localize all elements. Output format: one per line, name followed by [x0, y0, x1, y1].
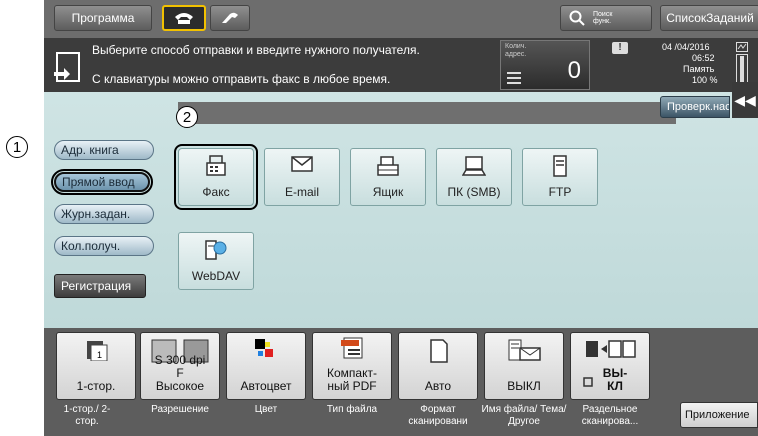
- mail-icon: [291, 156, 313, 172]
- duplex-setting-value: 1-стор.: [76, 379, 116, 393]
- file-name-setting-value: ВЫКЛ: [507, 379, 541, 393]
- duplex-setting-label: 1-стор./ 2-стор.: [63, 404, 111, 427]
- search-icon: [569, 10, 585, 26]
- computer-icon: [462, 156, 486, 176]
- svg-text:1: 1: [97, 350, 102, 360]
- memory-label: Память: [683, 64, 715, 74]
- job-history-button[interactable]: Журн.задан.: [54, 204, 154, 224]
- registration-button[interactable]: Регистрация: [54, 274, 146, 298]
- fax-tile-label: Факс: [202, 185, 230, 199]
- job-list-button[interactable]: СписокЗаданий: [660, 5, 758, 31]
- resolution-setting-value: S 300 dpi F Высокое: [154, 353, 206, 393]
- resolution-setting-button[interactable]: S 300 dpi F Высокое: [140, 332, 220, 400]
- destination-counter: Колич. адрес. 0: [500, 40, 590, 90]
- mail-document-icon: [508, 339, 541, 361]
- page-icon: [430, 339, 448, 363]
- handset-icon: [222, 12, 238, 23]
- ftp-tile[interactable]: FTP: [522, 148, 598, 206]
- pdf-icon: [341, 337, 363, 359]
- application-button[interactable]: Приложение: [680, 402, 758, 428]
- destination-panel: Проверк.нас ◀◀ Адр. книга Прямой ввод Жу…: [44, 82, 758, 328]
- destination-count-label: Колич. адрес.: [505, 43, 527, 58]
- phone-icon: [175, 13, 193, 24]
- time-text: 06:52: [692, 53, 715, 63]
- ftp-tile-label: FTP: [548, 185, 572, 199]
- callout-1: 1: [6, 136, 28, 158]
- destination-count-value: 0: [567, 57, 581, 84]
- check-settings-tab[interactable]: Проверк.нас: [660, 96, 730, 118]
- separate-scan-setting-value: ВЫ- КЛ: [602, 366, 628, 393]
- fax-tile[interactable]: Факс: [174, 144, 258, 210]
- color-setting-button[interactable]: Автоцвет: [226, 332, 306, 400]
- collapse-panel-button[interactable]: ◀◀: [732, 82, 758, 118]
- message-line-2: С клавиатуры можно отправить факс в любо…: [92, 72, 391, 86]
- box-icon: [377, 156, 399, 176]
- separate-scan-setting-button[interactable]: ВЫ- КЛ: [570, 332, 650, 400]
- scan-size-setting-value: Авто: [424, 379, 452, 393]
- webdav-icon: [205, 240, 227, 260]
- pc-smb-tile-label: ПК (SMB): [447, 185, 501, 199]
- scan-size-setting-label: Формат сканировани: [408, 404, 468, 427]
- control-panel-screen: Программа Поиск функ. СписокЗаданий Выбе…: [44, 0, 758, 436]
- settings-bar: 1 1-стор. 1-стор./ 2-стор. S 300 dpi F В…: [44, 328, 758, 436]
- destination-entry-bar: [178, 102, 676, 124]
- file-name-setting-label: Имя файла/ Тема/Другое: [481, 404, 567, 427]
- scan-size-setting-button[interactable]: Авто: [398, 332, 478, 400]
- file-name-setting-button[interactable]: ВЫКЛ: [484, 332, 564, 400]
- hook-button[interactable]: [210, 5, 250, 31]
- message-line-1: Выберите способ отправки и введите нужно…: [92, 43, 420, 57]
- search-function-button[interactable]: Поиск функ.: [560, 5, 652, 31]
- color-setting-label: Цвет: [254, 404, 278, 415]
- address-book-button[interactable]: Адр. книга: [54, 140, 154, 160]
- file-type-setting-button[interactable]: Компакт- ный PDF: [312, 332, 392, 400]
- server-icon: [553, 155, 567, 177]
- message-bar: Выберите способ отправки и введите нужно…: [44, 38, 758, 92]
- user-box-tile[interactable]: Ящик: [350, 148, 426, 206]
- color-icon: [255, 339, 273, 357]
- warning-icon: !: [612, 42, 628, 54]
- search-function-label: Поиск функ.: [593, 11, 613, 25]
- single-sided-icon: 1: [87, 341, 108, 361]
- email-tile[interactable]: E-mail: [264, 148, 340, 206]
- resolution-setting-label: Разрешение: [151, 404, 209, 415]
- webdav-tile-label: WebDAV: [191, 269, 241, 283]
- list-icon: [507, 72, 521, 84]
- date-text: 04 /04/2016: [662, 42, 710, 52]
- file-type-setting-value: Компакт- ный PDF: [327, 366, 377, 393]
- email-tile-label: E-mail: [284, 185, 319, 199]
- pc-smb-tile[interactable]: ПК (SMB): [436, 148, 512, 206]
- direct-input-button[interactable]: Прямой ввод: [51, 169, 153, 195]
- top-bar: Программа Поиск функ. СписокЗаданий: [44, 0, 758, 38]
- duplex-setting-button[interactable]: 1 1-стор.: [56, 332, 136, 400]
- separate-scan-icon: [586, 340, 636, 358]
- webdav-tile[interactable]: WebDAV: [178, 232, 254, 290]
- file-type-setting-label: Тип файла: [326, 404, 378, 415]
- fax-icon: [206, 155, 226, 176]
- separate-scan-setting-label: Раздельное сканирова...: [581, 404, 639, 427]
- fax-send-icon: [54, 52, 80, 82]
- memory-value: 100 %: [692, 75, 718, 85]
- color-setting-value: Автоцвет: [240, 379, 292, 393]
- status-icon: [736, 42, 748, 52]
- callout-2: 2: [176, 106, 198, 128]
- user-box-tile-label: Ящик: [372, 185, 404, 199]
- program-button[interactable]: Программа: [54, 5, 152, 31]
- multiple-destinations-button[interactable]: Кол.получ.: [54, 236, 154, 256]
- fax-mode-button[interactable]: [162, 5, 206, 31]
